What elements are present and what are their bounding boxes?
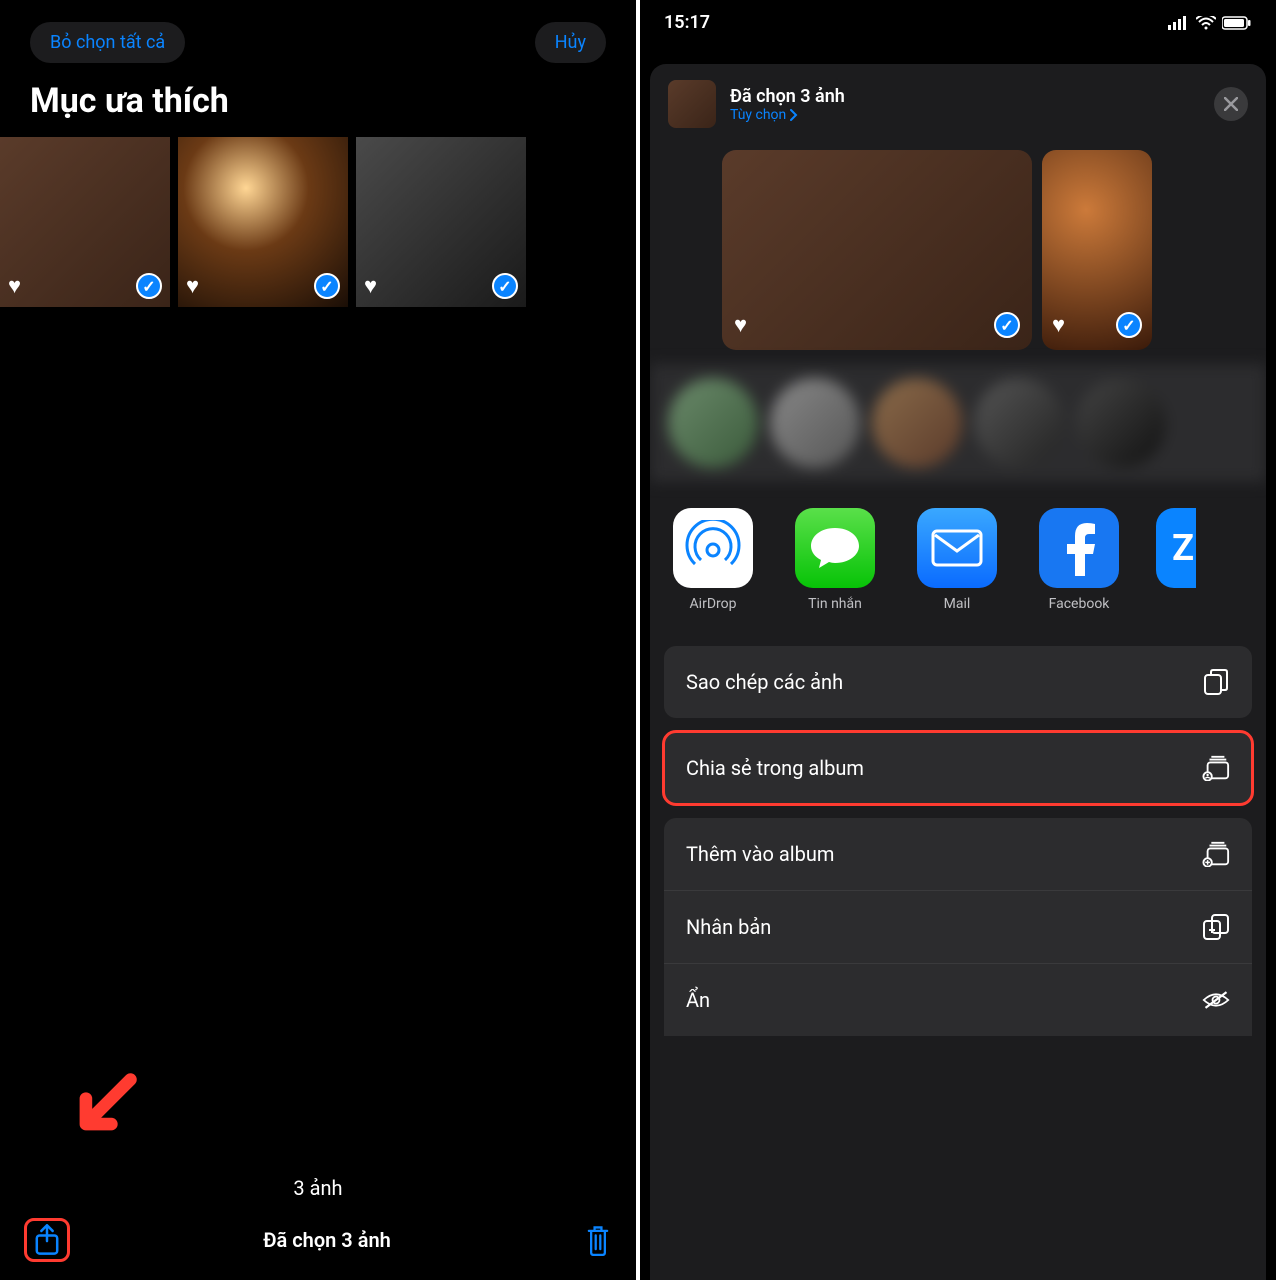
deselect-all-button[interactable]: Bỏ chọn tất cả bbox=[30, 22, 185, 63]
contact-avatar[interactable] bbox=[668, 378, 758, 468]
contact-avatar[interactable] bbox=[974, 378, 1064, 468]
photo-thumbnail[interactable]: ♥ ✓ bbox=[356, 137, 526, 307]
thumbnails-row: ♥ ✓ ♥ ✓ ♥ ✓ bbox=[0, 137, 636, 307]
page-title: Mục ưa thích bbox=[0, 81, 636, 137]
chevron-right-icon bbox=[790, 109, 798, 121]
action-hide[interactable]: Ẩn bbox=[664, 964, 1252, 1036]
share-app-messages[interactable]: Tin nhắn bbox=[790, 508, 880, 612]
status-bar: 15:17 bbox=[640, 0, 1276, 41]
app-label: Tin nhắn bbox=[808, 596, 862, 612]
selected-check-icon: ✓ bbox=[994, 312, 1020, 338]
preview-photo[interactable]: ♥ ✓ bbox=[722, 150, 1032, 350]
sheet-title: Đã chọn 3 ảnh bbox=[730, 86, 1200, 107]
sheet-thumbnail bbox=[668, 80, 716, 128]
photos-selection-screen: Bỏ chọn tất cả Hủy Mục ưa thích ♥ ✓ ♥ ✓ … bbox=[0, 0, 640, 1280]
app-partial-icon: Z bbox=[1172, 527, 1194, 569]
share-icon[interactable] bbox=[33, 1223, 61, 1257]
heart-icon: ♥ bbox=[1052, 312, 1065, 338]
contacts-row[interactable] bbox=[650, 364, 1266, 482]
action-label: Thêm vào album bbox=[686, 842, 834, 866]
action-label: Ẩn bbox=[686, 988, 710, 1012]
heart-icon: ♥ bbox=[186, 273, 199, 299]
action-copy-photos[interactable]: Sao chép các ảnh bbox=[664, 646, 1252, 718]
add-album-icon bbox=[1202, 840, 1230, 868]
action-add-to-album[interactable]: Thêm vào album bbox=[664, 818, 1252, 891]
selected-check-icon: ✓ bbox=[136, 273, 162, 299]
close-icon bbox=[1224, 97, 1238, 111]
top-actions: Bỏ chọn tất cả Hủy bbox=[0, 0, 636, 81]
mail-icon bbox=[931, 529, 983, 567]
action-label: Nhân bản bbox=[686, 915, 771, 939]
selected-check-icon: ✓ bbox=[492, 273, 518, 299]
app-label: Facebook bbox=[1049, 596, 1110, 612]
shared-album-icon bbox=[1202, 754, 1230, 782]
preview-photo[interactable]: ♥ ✓ bbox=[1042, 150, 1152, 350]
share-app-more[interactable]: Z bbox=[1156, 508, 1196, 612]
contact-avatar[interactable] bbox=[1076, 378, 1166, 468]
share-sheet-header: Đã chọn 3 ảnh Tùy chọn bbox=[650, 64, 1266, 144]
action-duplicate[interactable]: Nhân bản bbox=[664, 891, 1252, 964]
contact-avatar[interactable] bbox=[770, 378, 860, 468]
photo-thumbnail[interactable]: ♥ ✓ bbox=[0, 137, 170, 307]
messages-icon bbox=[809, 524, 861, 572]
selected-check-icon: ✓ bbox=[1116, 312, 1142, 338]
cancel-button[interactable]: Hủy bbox=[535, 22, 606, 63]
heart-icon: ♥ bbox=[8, 273, 21, 299]
battery-icon bbox=[1222, 16, 1252, 30]
action-label: Sao chép các ảnh bbox=[686, 670, 843, 694]
status-time: 15:17 bbox=[664, 12, 710, 33]
airdrop-icon bbox=[685, 520, 741, 576]
close-button[interactable] bbox=[1214, 87, 1248, 121]
share-actions-list: Sao chép các ảnh Chia sẻ trong album Thê… bbox=[650, 636, 1266, 1036]
app-label: AirDrop bbox=[690, 596, 737, 612]
copy-icon bbox=[1202, 668, 1230, 696]
action-label: Chia sẻ trong album bbox=[686, 756, 864, 780]
share-app-airdrop[interactable]: AirDrop bbox=[668, 508, 758, 612]
preview-row[interactable]: ♥ ✓ ♥ ✓ bbox=[650, 144, 1266, 364]
trash-icon[interactable] bbox=[584, 1224, 612, 1256]
share-sheet: Đã chọn 3 ảnh Tùy chọn ♥ ✓ ♥ ✓ bbox=[650, 64, 1266, 1280]
bottom-toolbar: 3 ảnh Đã chọn 3 ảnh bbox=[0, 1158, 636, 1280]
duplicate-icon bbox=[1202, 913, 1230, 941]
share-sheet-screen: 15:17 Đã chọn 3 ảnh Tùy chọn ♥ ✓ bbox=[640, 0, 1280, 1280]
action-share-in-album[interactable]: Chia sẻ trong album bbox=[664, 732, 1252, 804]
heart-icon: ♥ bbox=[734, 312, 747, 338]
selected-check-icon: ✓ bbox=[314, 273, 340, 299]
share-apps-row[interactable]: AirDrop Tin nhắn Mail Facebook bbox=[650, 482, 1266, 636]
share-app-facebook[interactable]: Facebook bbox=[1034, 508, 1124, 612]
heart-icon: ♥ bbox=[364, 273, 377, 299]
annotation-arrow-icon bbox=[41, 1041, 168, 1168]
cellular-icon bbox=[1168, 16, 1190, 30]
hide-icon bbox=[1202, 986, 1230, 1014]
selected-count: Đã chọn 3 ảnh bbox=[263, 1228, 391, 1252]
app-label: Mail bbox=[944, 596, 971, 612]
photo-count: 3 ảnh bbox=[293, 1176, 342, 1200]
sheet-options-link[interactable]: Tùy chọn bbox=[730, 107, 1200, 123]
share-app-mail[interactable]: Mail bbox=[912, 508, 1002, 612]
annotation-highlight bbox=[24, 1218, 70, 1262]
contact-avatar[interactable] bbox=[872, 378, 962, 468]
photo-thumbnail[interactable]: ♥ ✓ bbox=[178, 137, 348, 307]
facebook-icon bbox=[1059, 520, 1099, 576]
wifi-icon bbox=[1196, 16, 1216, 30]
